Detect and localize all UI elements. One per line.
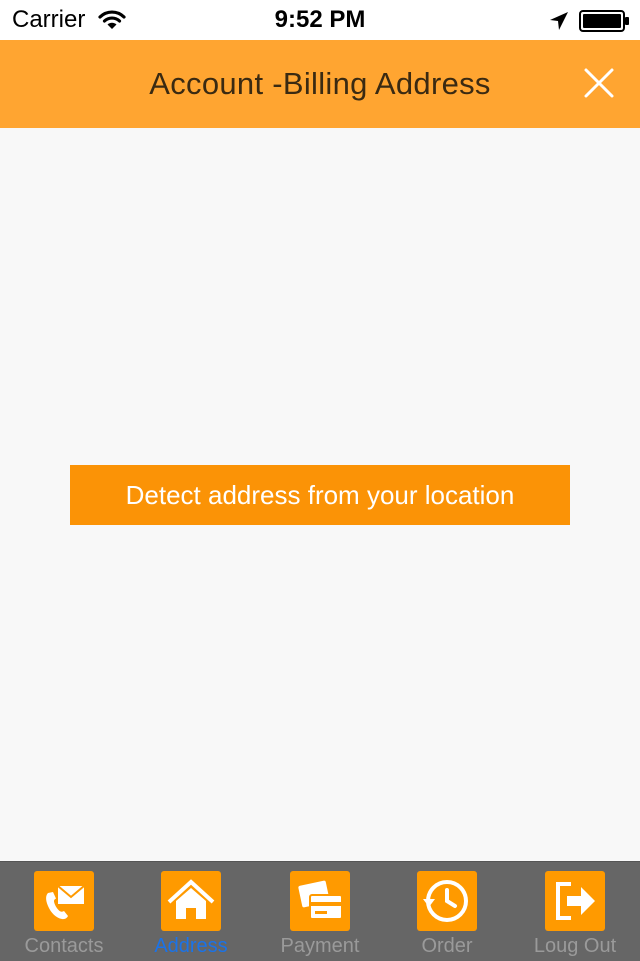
tab-order[interactable]: Order (383, 862, 511, 961)
home-icon (161, 871, 221, 931)
tab-label-contacts: Contacts (24, 935, 104, 957)
battery-icon (579, 10, 631, 32)
location-arrow-icon (548, 10, 570, 32)
tab-label-logout: Loug Out (533, 935, 617, 957)
close-button[interactable] (576, 60, 622, 106)
tab-label-payment: Payment (280, 935, 360, 957)
tab-label-order: Order (421, 935, 473, 957)
logout-icon (545, 871, 605, 931)
tab-address[interactable]: Address (127, 862, 255, 961)
close-icon (584, 68, 614, 98)
tab-label-address: Address (154, 935, 228, 957)
detect-address-button[interactable]: Detect address from your location (70, 465, 570, 525)
navigation-bar: Account -Billing Address (0, 40, 640, 128)
clock-time: 9:52 PM (274, 6, 366, 33)
tab-payment[interactable]: Payment (256, 862, 384, 961)
credit-card-icon (290, 871, 350, 931)
main-content: Detect address from your location (0, 128, 640, 861)
order-history-icon (417, 871, 477, 931)
contact-phone-mail-icon (34, 871, 94, 931)
page-title: Account -Billing Address (149, 66, 491, 101)
tab-bar: Contacts Address Payment Order Loug Out (0, 861, 640, 961)
tab-contacts[interactable]: Contacts (0, 862, 128, 961)
tab-logout[interactable]: Loug Out (511, 862, 639, 961)
status-bar: Carrier 9:52 PM (0, 0, 640, 40)
